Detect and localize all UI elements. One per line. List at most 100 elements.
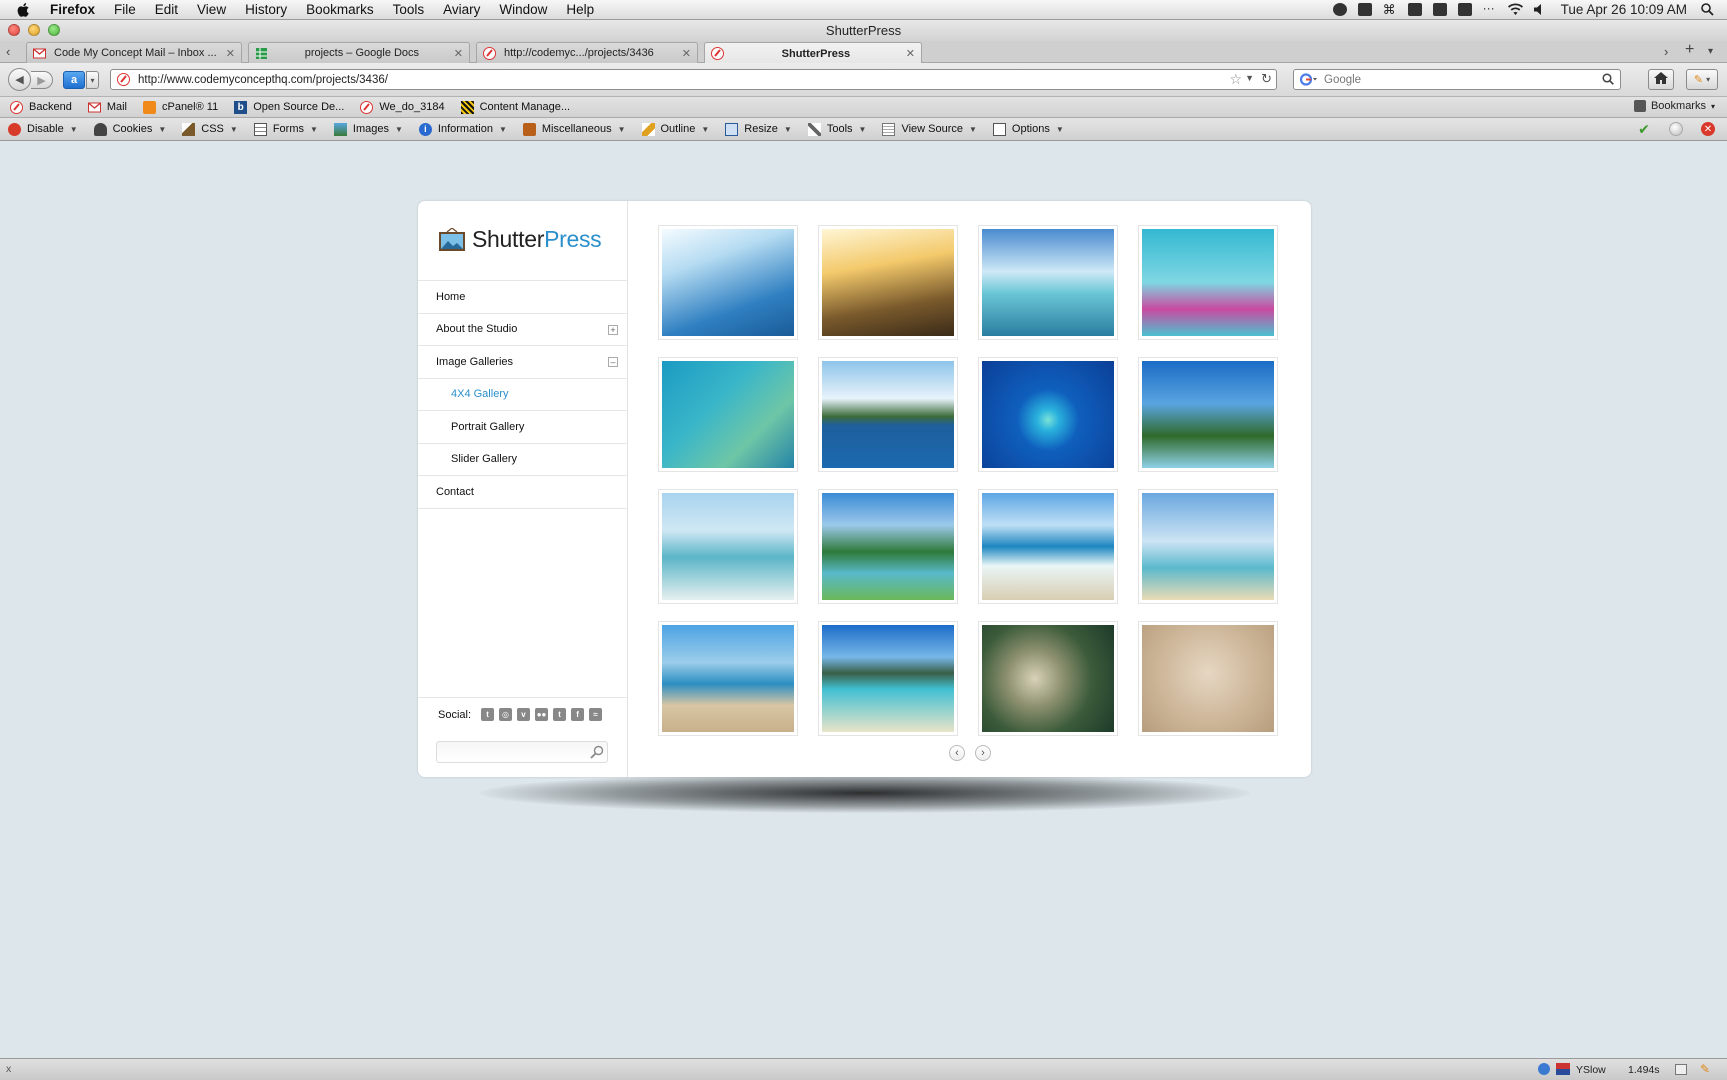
dev-css-menu[interactable]: CSS ▼ <box>182 122 238 136</box>
menu-app-name[interactable]: Firefox <box>50 2 95 17</box>
menubar-clock[interactable]: Tue Apr 26 10:09 AM <box>1561 2 1687 17</box>
tab-codemyconcept[interactable]: http://codemyc.../projects/3436 ✕ <box>476 42 698 63</box>
twitter-icon[interactable]: t <box>553 708 567 721</box>
expand-plus-icon[interactable]: + <box>608 324 618 335</box>
gallery-thumbnail[interactable] <box>818 621 958 736</box>
status-menu-icon-2[interactable] <box>1357 3 1372 16</box>
aviary-button[interactable]: a <box>63 71 85 89</box>
dev-information-menu[interactable]: i Information ▼ <box>418 122 507 136</box>
gallery-thumbnail[interactable] <box>658 621 798 736</box>
menu-edit[interactable]: Edit <box>155 2 178 17</box>
bookmark-backend[interactable]: Backend <box>10 100 72 114</box>
minimize-window-button[interactable] <box>28 24 40 36</box>
search-bar[interactable]: Google <box>1293 69 1621 90</box>
status-menu-icon-1[interactable] <box>1332 3 1347 16</box>
bookmark-mail[interactable]: Mail <box>87 101 127 114</box>
collapse-minus-icon[interactable]: – <box>608 357 618 367</box>
dev-outline-menu[interactable]: Outline ▼ <box>641 122 709 136</box>
status-panel-icon[interactable] <box>1675 1064 1687 1075</box>
gallery-thumbnail[interactable] <box>818 489 958 604</box>
rss-icon[interactable]: ≈ <box>589 708 603 721</box>
bookmark-star-icon[interactable]: ☆ <box>1229 71 1242 88</box>
bookmark-open-source[interactable]: b Open Source De... <box>234 100 344 114</box>
status-shield-icon[interactable] <box>1538 1063 1550 1075</box>
site-search-input[interactable] <box>436 741 608 763</box>
back-button[interactable]: ◀ <box>8 68 31 91</box>
close-addon-bar-icon[interactable]: x <box>6 1063 11 1075</box>
dev-tools-menu[interactable]: Tools ▼ <box>807 122 866 136</box>
tab-close-icon[interactable]: ✕ <box>906 47 915 60</box>
tab-close-icon[interactable]: ✕ <box>682 47 691 60</box>
dev-forms-menu[interactable]: Forms ▼ <box>253 122 318 136</box>
facebook-icon[interactable]: f <box>571 708 585 721</box>
url-text[interactable]: http://www.codemyconcepthq.com/projects/… <box>138 74 388 86</box>
gallery-thumbnail[interactable] <box>818 225 958 340</box>
nav-slider-gallery[interactable]: Slider Gallery <box>418 444 628 476</box>
close-window-button[interactable] <box>8 24 20 36</box>
menu-tools[interactable]: Tools <box>393 2 425 17</box>
nav-about-the-studio[interactable]: About the Studio + <box>418 314 628 346</box>
menu-bookmarks[interactable]: Bookmarks <box>306 2 374 17</box>
more-dots-icon[interactable]: ··· <box>1483 2 1497 16</box>
status-menu-icon-3[interactable] <box>1407 3 1422 16</box>
reload-icon[interactable]: ↻ <box>1261 71 1272 87</box>
bookmarks-menu[interactable]: Bookmarks ▾ <box>1633 100 1715 112</box>
spotlight-search-icon[interactable] <box>1701 3 1715 16</box>
menu-window[interactable]: Window <box>499 2 547 17</box>
tab-mail[interactable]: Code My Concept Mail – Inbox ... ✕ <box>26 42 242 63</box>
menu-help[interactable]: Help <box>566 2 594 17</box>
flickr-icon[interactable]: ●● <box>535 708 549 721</box>
gallery-thumbnail[interactable] <box>658 489 798 604</box>
gallery-thumbnail[interactable] <box>1138 489 1278 604</box>
yslow-label[interactable]: YSlow <box>1576 1064 1606 1076</box>
dev-disable-menu[interactable]: Disable ▼ <box>8 122 78 136</box>
gallery-thumbnail[interactable] <box>818 357 958 472</box>
status-grey-circle-icon[interactable] <box>1669 122 1683 136</box>
tab-scroll-left-icon[interactable]: ‹ <box>6 44 10 59</box>
vimeo-icon[interactable]: v <box>517 708 531 721</box>
tab-scroll-right-icon[interactable]: › <box>1664 44 1668 59</box>
previous-page-chevron-left-icon[interactable]: ‹ <box>949 745 965 761</box>
gallery-thumbnail[interactable] <box>658 225 798 340</box>
gallery-thumbnail[interactable] <box>978 489 1118 604</box>
tab-list-chevron-down-icon[interactable]: ▾ <box>1708 46 1713 57</box>
tab-close-icon[interactable]: ✕ <box>454 47 463 60</box>
gallery-thumbnail[interactable] <box>978 621 1118 736</box>
dev-resize-menu[interactable]: Resize ▼ <box>725 122 792 136</box>
menu-view[interactable]: View <box>197 2 226 17</box>
yslow-flag-icon[interactable] <box>1556 1063 1570 1075</box>
addon-menu-button[interactable]: ✎ ▾ <box>1686 69 1718 90</box>
status-addon-icon[interactable]: ✎ <box>1700 1062 1710 1076</box>
tab-close-icon[interactable]: ✕ <box>226 47 235 60</box>
gallery-thumbnail[interactable] <box>1138 621 1278 736</box>
nav-image-galleries[interactable]: Image Galleries – <box>418 346 628 379</box>
display-icon[interactable] <box>1457 3 1472 16</box>
url-dropdown-chevron-icon[interactable]: ▼ <box>1245 73 1254 83</box>
binoculars-icon[interactable] <box>1432 3 1447 16</box>
forward-button[interactable]: ▶ <box>31 71 53 89</box>
gallery-thumbnail[interactable] <box>658 357 798 472</box>
nav-home[interactable]: Home <box>418 281 628 314</box>
bookmark-we-do[interactable]: We_do_3184 <box>360 100 445 114</box>
wifi-icon[interactable] <box>1507 3 1523 16</box>
dev-cookies-menu[interactable]: Cookies ▼ <box>93 122 166 136</box>
bookmark-cpanel[interactable]: cPanel® 11 <box>142 100 218 114</box>
volume-icon[interactable] <box>1533 3 1547 16</box>
apple-icon[interactable] <box>16 2 30 18</box>
bookmark-content-manage[interactable]: Content Manage... <box>460 100 570 114</box>
tab-shutterpress[interactable]: ShutterPress ✕ <box>704 42 922 64</box>
nav-portrait-gallery[interactable]: Portrait Gallery <box>418 411 628 444</box>
url-bar[interactable]: http://www.codemyconcepthq.com/projects/… <box>110 69 1277 90</box>
search-icon[interactable] <box>590 745 604 759</box>
validation-ok-check-icon[interactable]: ✔ <box>1637 121 1651 137</box>
google-search-engine-icon[interactable] <box>1300 73 1318 86</box>
dev-images-menu[interactable]: Images ▼ <box>333 122 403 136</box>
dev-options-menu[interactable]: Options ▼ <box>992 122 1064 136</box>
dev-miscellaneous-menu[interactable]: Miscellaneous ▼ <box>522 122 626 136</box>
site-logo[interactable]: ShutterPress <box>438 226 602 253</box>
nav-4x4-gallery[interactable]: 4X4 Gallery <box>418 379 628 411</box>
search-magnifier-icon[interactable] <box>1602 73 1614 88</box>
home-button[interactable] <box>1648 69 1674 90</box>
menu-aviary[interactable]: Aviary <box>443 2 480 17</box>
command-key-icon[interactable]: ⌘ <box>1383 3 1397 16</box>
